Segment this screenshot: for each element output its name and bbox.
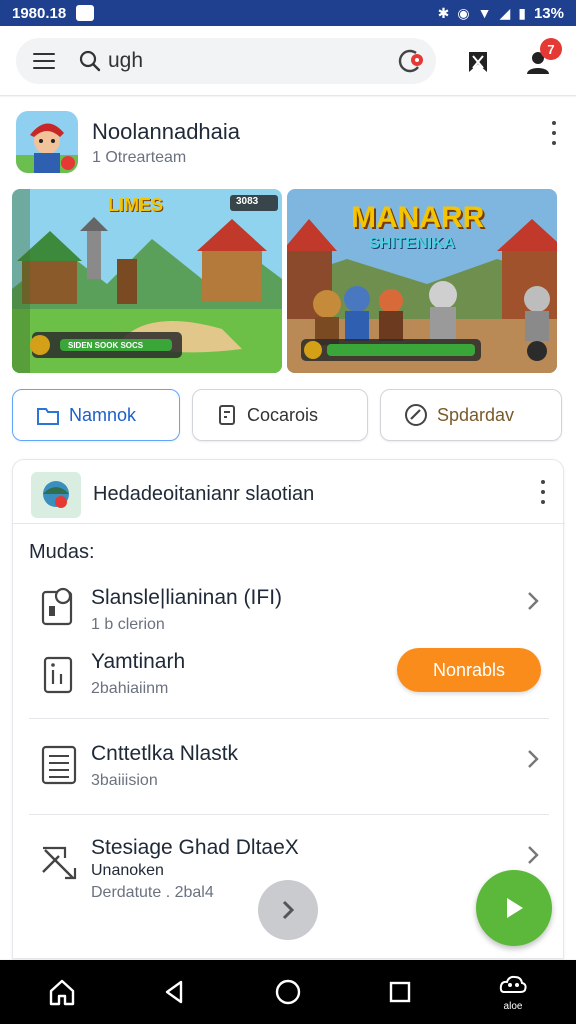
- card-header: Hedadeoitanianr slaotian: [13, 460, 565, 524]
- list-item[interactable]: Yamtinarh 2bahiaiinm Nonrabls: [29, 644, 549, 708]
- card-app-icon: [31, 472, 81, 518]
- recents-button[interactable]: [370, 960, 430, 1024]
- screenshot-carousel[interactable]: LIMES 3083 SIDEN SOOK SOCS MANARR SHITEN…: [12, 189, 564, 373]
- accessibility-button[interactable]: [483, 960, 543, 1024]
- package-icon: [43, 656, 73, 694]
- account-button[interactable]: 7: [518, 38, 562, 80]
- row-subtitle: 2bahiaiinm: [91, 680, 169, 697]
- app-developer: 1 Otrearteam: [92, 149, 187, 166]
- chevron-right-icon: [528, 750, 539, 768]
- play-icon: [507, 898, 523, 918]
- screenshot-1-logo: LIMES: [108, 195, 164, 215]
- row-title: Slansle|lianinan (IFI): [91, 586, 283, 609]
- home-icon: [49, 979, 75, 1006]
- row-subtitle: 1 b clerion: [91, 616, 165, 633]
- app-icon[interactable]: [16, 111, 78, 173]
- back-icon: [165, 980, 183, 1004]
- menu-icon[interactable]: [22, 38, 66, 84]
- tools-icon: [42, 846, 77, 880]
- nav-label: aloe: [503, 1001, 523, 1012]
- screenshot-2[interactable]: MANARR SHITENIKA: [287, 189, 557, 373]
- row-title: Yamtinarh: [91, 650, 186, 673]
- document-icon: [219, 405, 235, 425]
- bookmark-button[interactable]: [458, 44, 498, 80]
- signal-icon: ◢: [499, 5, 511, 21]
- chip-label: Namnok: [69, 404, 137, 425]
- play-button[interactable]: [476, 870, 552, 946]
- next-button[interactable]: [258, 880, 318, 940]
- divider: [29, 814, 549, 815]
- chip-label: Cocarois: [247, 404, 319, 425]
- action-button[interactable]: Nonrabls: [397, 648, 541, 692]
- chip-spdardav[interactable]: Spdardav: [380, 389, 562, 441]
- screenshot-2-sublogo: SHITENIKA: [369, 235, 456, 252]
- cloud-people-icon: [499, 975, 527, 993]
- divider: [29, 718, 549, 719]
- back-button[interactable]: [144, 960, 204, 1024]
- card-title: Hedadeoitanianr slaotian: [93, 483, 315, 505]
- screenshot-2-logo: MANARR: [351, 201, 485, 234]
- row-title: Stesiage Ghad DltaeX: [91, 836, 299, 859]
- category-chips: Namnok Cocarois Spdardav: [12, 389, 564, 441]
- home-button[interactable]: [32, 960, 92, 1024]
- row-subtitle: Derdatute . 2bal4: [91, 884, 214, 901]
- row-caption: Unanoken: [91, 862, 164, 879]
- search-icon: [79, 50, 101, 72]
- bookmark-icon: [469, 52, 487, 72]
- screenshot-1[interactable]: LIMES 3083 SIDEN SOOK SOCS: [12, 189, 282, 373]
- system-nav-bar: aloe: [0, 960, 576, 1024]
- voice-search-icon[interactable]: [396, 47, 426, 75]
- chip-label: Spdardav: [437, 404, 515, 425]
- battery-percent: 13%: [533, 4, 564, 22]
- chevron-right-icon: [528, 592, 539, 610]
- battery-icon: ▮: [518, 5, 526, 21]
- status-time: 1980.18: [12, 4, 67, 22]
- circle-home-icon: [275, 979, 301, 1005]
- screenshot-1-score: 3083: [236, 196, 259, 207]
- app-detail-page: Noolannadhaia 1 Otrearteam LIMES 3083 SI…: [0, 97, 576, 959]
- chevron-right-icon: [282, 900, 295, 920]
- status-bar: 1980.18 ✱ ◉ ▼ ◢ ▮ 13%: [0, 0, 576, 26]
- chip-namnok[interactable]: Namnok: [12, 389, 180, 441]
- overview-button[interactable]: [258, 960, 318, 1024]
- app-title: Noolannadhaia: [92, 119, 241, 144]
- square-icon: [389, 981, 411, 1003]
- screenshot-1-bar-text: SIDEN SOOK SOCS: [68, 341, 144, 350]
- list-item[interactable]: Slansle|lianinan (IFI) 1 b clerion: [29, 578, 549, 638]
- list-icon: [41, 745, 77, 785]
- card-more-icon[interactable]: [537, 480, 549, 504]
- bluetooth-icon: ✱: [437, 5, 450, 21]
- data-saver-icon: ◉: [457, 5, 470, 21]
- search-bar[interactable]: ugh: [16, 38, 436, 84]
- notification-badge: 7: [540, 38, 562, 60]
- row-subtitle: 3baiiision: [91, 772, 158, 789]
- app-header: Noolannadhaia 1 Otrearteam: [16, 111, 564, 173]
- section-label: Mudas:: [29, 541, 95, 563]
- bag-icon: [37, 408, 59, 425]
- chip-cocarois[interactable]: Cocarois: [192, 389, 368, 441]
- notification-icon: [76, 5, 95, 21]
- row-title: Cnttetlka Nlastk: [91, 742, 239, 765]
- search-input[interactable]: ugh: [108, 49, 143, 73]
- wifi-icon: ▼: [477, 5, 492, 21]
- list-item[interactable]: Cnttetlka Nlastk 3baiiision: [29, 736, 549, 796]
- app-bar: ugh 7: [0, 26, 576, 96]
- chevron-right-icon: [528, 846, 539, 864]
- more-options-icon[interactable]: [548, 121, 560, 145]
- phone-settings-icon: [41, 587, 73, 626]
- tag-icon: [405, 404, 427, 426]
